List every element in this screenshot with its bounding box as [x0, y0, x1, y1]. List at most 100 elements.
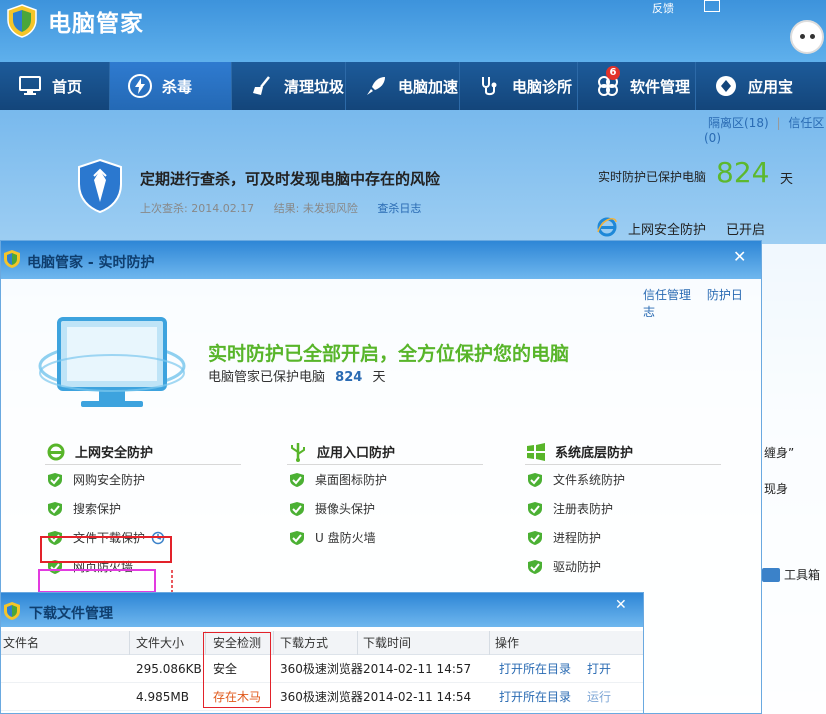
top-tools: 反馈 — [652, 0, 684, 16]
protection-item-label: 文件系统防护 — [553, 473, 626, 487]
side-panel — [762, 244, 826, 714]
nav-label: 应用宝 — [748, 77, 794, 96]
close-icon[interactable]: ✕ — [615, 597, 627, 613]
open-folder-link[interactable]: 打开所在目录 — [499, 655, 571, 682]
header-method[interactable]: 下载方式 — [280, 631, 328, 654]
entry-protection-column: 应用入口防护 桌面图标防护 摄像头保护 U 盘防火墙 — [287, 441, 483, 552]
nav-clinic[interactable]: 电脑诊所 — [460, 62, 578, 110]
realtime-sub-suffix: 天 — [372, 370, 386, 385]
table-row[interactable]: 295.086KB 安全 360极速浏览器 2014-02-11 14:57 打… — [1, 655, 643, 683]
download-time: 2014-02-11 14:54 — [363, 689, 472, 704]
protected-days-label: 实时防护已保护电脑 — [598, 170, 707, 184]
toolbox-icon — [762, 567, 780, 582]
run-file-link[interactable]: 运行 — [587, 683, 611, 710]
nav-label: 首页 — [52, 77, 83, 96]
realtime-links: 信任管理 防护日志 — [643, 286, 761, 320]
protection-item[interactable]: 桌面图标防护 — [287, 465, 483, 494]
green-shield-check-icon — [290, 472, 304, 487]
protection-item-label: 搜索保护 — [73, 502, 122, 516]
green-shield-check-icon — [290, 501, 304, 516]
realtime-titlebar[interactable]: 电脑管家 - 实时防护 ✕ — [1, 241, 761, 279]
quarantine-link[interactable]: 隔离区(18) — [708, 116, 769, 130]
web-protect-label: 上网安全防护 — [628, 223, 707, 238]
column-header: 应用入口防护 — [287, 441, 483, 465]
file-size: 295.086KB — [136, 661, 202, 676]
side-partial-text: 现身 — [764, 482, 789, 496]
column-divider — [129, 631, 130, 655]
protection-item[interactable]: 摄像头保护 — [287, 494, 483, 523]
ie-icon — [45, 441, 67, 463]
download-time: 2014-02-11 14:57 — [363, 661, 472, 676]
computer-shield-icon — [38, 317, 186, 407]
column-divider — [273, 631, 274, 655]
trust-management-link[interactable]: 信任管理 — [643, 288, 691, 302]
windows-icon — [525, 441, 547, 463]
nav-software[interactable]: 6 软件管理 — [578, 62, 696, 110]
nav-antivirus[interactable]: 杀毒 — [110, 62, 232, 110]
header-time[interactable]: 下载时间 — [363, 631, 411, 654]
highlight-box-red — [40, 536, 172, 563]
column-divider — [357, 631, 358, 655]
scan-log-link[interactable]: 查杀日志 — [377, 202, 421, 215]
nav-home[interactable]: 首页 — [0, 62, 110, 110]
download-method: 360极速浏览器 — [280, 690, 363, 704]
nav-label: 清理垃圾 — [284, 77, 345, 96]
nav-label: 电脑诊所 — [512, 77, 573, 96]
green-shield-check-icon — [290, 530, 304, 545]
column-header: 系统底层防护 — [525, 441, 721, 465]
green-shield-check-icon — [528, 559, 542, 574]
scan-advice: 定期进行查杀，可及时发现电脑中存在的风险 — [140, 170, 441, 188]
realtime-title: 电脑管家 - 实时防护 — [27, 255, 155, 271]
protection-item[interactable]: 注册表防护 — [525, 494, 721, 523]
open-file-link[interactable]: 打开 — [587, 655, 611, 682]
nav-label: 电脑加速 — [398, 77, 459, 96]
protection-item[interactable]: 搜索保护 — [45, 494, 241, 523]
download-titlebar[interactable]: 下载文件管理 ✕ — [1, 593, 643, 627]
header-filename[interactable]: 文件名 — [3, 631, 39, 654]
monitor-icon — [18, 74, 42, 98]
nav-app-store[interactable]: 应用宝 — [696, 62, 806, 110]
open-folder-link[interactable]: 打开所在目录 — [499, 683, 571, 710]
web-protect-status: 已开启 — [726, 223, 766, 238]
nav-cleanup[interactable]: 清理垃圾 — [232, 62, 346, 110]
protection-item[interactable]: 文件系统防护 — [525, 465, 721, 494]
green-shield-check-icon — [48, 472, 62, 487]
quarantine-links: 隔离区(18) | 信任区(0) — [704, 114, 826, 145]
usb-icon — [287, 441, 309, 463]
column-divider — [489, 631, 490, 655]
main-nav: 首页 杀毒 清理垃圾 电脑加速 电脑诊所 6 软件管理 应用宝 — [0, 62, 826, 110]
nav-speedup[interactable]: 电脑加速 — [346, 62, 460, 110]
protection-item[interactable]: U 盘防火墙 — [287, 523, 483, 552]
download-table-header: 文件名 文件大小 安全检测 下载方式 下载时间 操作 — [1, 631, 643, 655]
protection-item-label: 桌面图标防护 — [315, 473, 388, 487]
header-filesize[interactable]: 文件大小 — [136, 631, 184, 654]
avatar[interactable] — [790, 20, 824, 54]
header-actions[interactable]: 操作 — [495, 631, 519, 654]
highlight-box-magenta — [38, 569, 156, 593]
protection-item[interactable]: 驱动防护 — [525, 552, 721, 581]
feedback-link[interactable]: 反馈 — [652, 2, 674, 15]
toolbox-button[interactable]: 工具箱 — [762, 566, 820, 583]
protected-days-unit: 天 — [780, 172, 794, 187]
download-method: 360极速浏览器 — [280, 662, 363, 676]
column-title: 上网安全防护 — [75, 446, 154, 461]
realtime-headline: 实时防护已全部开启，全方位保护您的电脑 — [208, 343, 570, 365]
ie-icon — [597, 217, 617, 237]
protection-item-label: 注册表防护 — [553, 502, 614, 516]
window-control-icon[interactable] — [704, 0, 720, 12]
table-row[interactable]: 4.985MB 存在木马 360极速浏览器 2014-02-11 14:54 打… — [1, 683, 643, 711]
protection-item[interactable]: 网购安全防护 — [45, 465, 241, 494]
column-header: 上网安全防护 — [45, 443, 241, 465]
protection-item[interactable]: 进程防护 — [525, 523, 721, 552]
link-separator: | — [776, 116, 781, 130]
lightning-icon — [128, 74, 152, 98]
realtime-days-count: 824 — [335, 370, 363, 385]
close-icon[interactable]: ✕ — [733, 247, 746, 266]
protection-item-label: U 盘防火墙 — [315, 531, 376, 545]
column-title: 应用入口防护 — [317, 446, 396, 461]
download-manager-window: 下载文件管理 ✕ 文件名 文件大小 安全检测 下载方式 下载时间 操作 295.… — [0, 592, 644, 714]
protected-days-count: 824 — [716, 156, 770, 189]
column-title: 系统底层防护 — [555, 446, 634, 461]
protection-item-label: 驱动防护 — [553, 560, 602, 574]
realtime-subtitle: 电脑管家已保护电脑 824 天 — [208, 366, 385, 385]
